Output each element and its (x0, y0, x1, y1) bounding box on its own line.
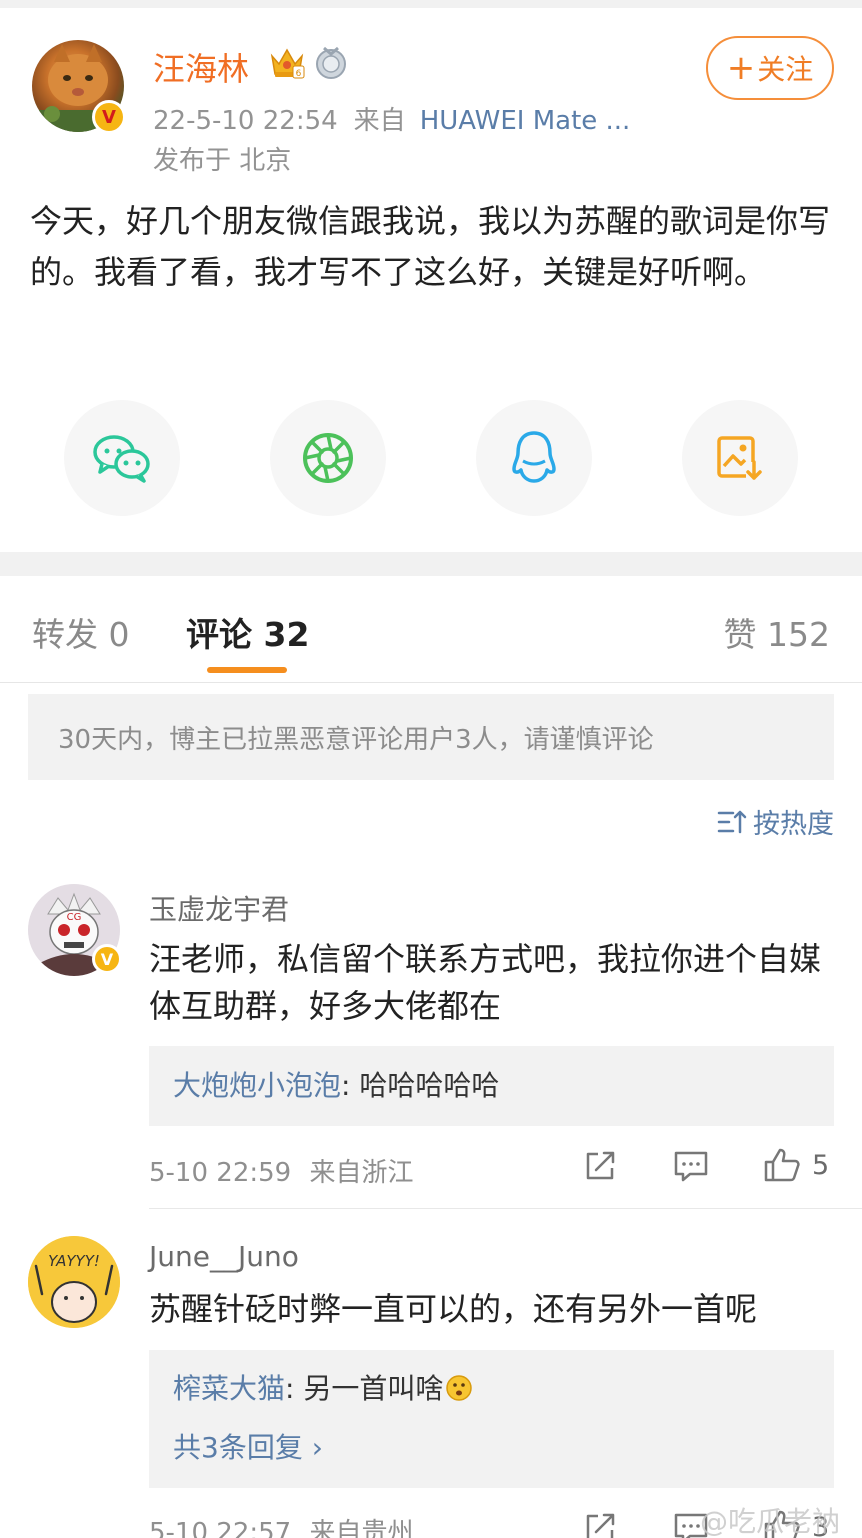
sort-icon (717, 810, 747, 833)
svg-text:6: 6 (296, 69, 302, 79)
watermark-text: @吃瓜老衲 (700, 1505, 841, 1538)
tab-comment[interactable]: 评论 32 (186, 608, 309, 656)
share-moments-button[interactable] (270, 400, 386, 516)
repost-icon (586, 1151, 615, 1180)
post-time: 22-5-10 22:54 (153, 106, 338, 136)
comment-text: 汪老师，私信留个联系方式吧，我拉你进个自媒体互助群，好多大佬都在 (149, 940, 822, 1025)
reply-text: : 哈哈哈哈哈 (341, 1069, 500, 1102)
wechat-icon (93, 435, 150, 483)
save-image-icon (717, 436, 762, 480)
section-gap (0, 552, 862, 576)
tab-repost[interactable]: 转发 0 (32, 608, 130, 656)
verified-badge-icon: V (92, 100, 126, 134)
save-image-button[interactable] (682, 400, 798, 516)
svg-text:YAYYY!: YAYYY! (48, 1252, 100, 1270)
view-more-replies-link[interactable]: 共3条回复 › (173, 1420, 810, 1476)
repost-action-button[interactable] (582, 1148, 618, 1184)
share-wechat-button[interactable] (64, 400, 180, 516)
tab-like[interactable]: 赞 152 (724, 608, 830, 656)
crown-vip-icon[interactable]: 6 (268, 44, 306, 80)
comment-separator (149, 1208, 862, 1209)
medal-icon[interactable] (314, 44, 348, 80)
repost-icon (586, 1513, 615, 1538)
reply-line: 榨菜大猫: 另一首叫啥 (173, 1362, 810, 1420)
sort-label: 按热度 (753, 809, 834, 840)
author-name[interactable]: 汪海林 (153, 44, 249, 90)
follow-label: 关注 (757, 53, 814, 86)
comment-location: 来自浙江 (309, 1158, 414, 1188)
active-tab-indicator (207, 667, 287, 673)
top-divider-strip (0, 0, 862, 8)
repost-action-button[interactable] (582, 1510, 618, 1538)
thumbs-up-icon (764, 1148, 800, 1182)
post-location: 发布于 北京 (153, 146, 292, 176)
comment-notice: 30天内，博主已拉黑恶意评论用户3人，请谨慎评论 (28, 694, 834, 780)
comment-author[interactable]: 玉虚龙宇君 (149, 888, 289, 928)
comment-avatar[interactable]: YAYYY! (28, 1236, 120, 1328)
reply-author[interactable]: 榨菜大猫 (173, 1372, 285, 1405)
plus-icon: + (726, 48, 756, 88)
reply-box[interactable]: 大炮炮小泡泡: 哈哈哈哈哈 (149, 1046, 834, 1126)
author-avatar[interactable]: V (32, 40, 126, 134)
qq-icon (512, 431, 556, 483)
comment-time: 5-10 22:57 (149, 1518, 292, 1538)
reply-author[interactable]: 大炮炮小泡泡 (173, 1069, 341, 1102)
reply-text: : 另一首叫啥 (285, 1372, 444, 1405)
comment-icon (674, 1151, 708, 1182)
comment-time: 5-10 22:59 (149, 1158, 292, 1188)
from-label: 来自 (353, 106, 406, 136)
share-qq-button[interactable] (476, 400, 592, 516)
post-meta: 22-5-10 22:54 来自 HUAWEI Mate ... (153, 100, 630, 137)
tab-divider (0, 682, 862, 683)
like-count: 5 (812, 1149, 830, 1181)
svg-text:CG: CG (67, 912, 82, 923)
comment-author[interactable]: June__Juno (149, 1240, 299, 1273)
follow-button[interactable]: + 关注 (706, 36, 834, 100)
like-action-button[interactable]: 5 (762, 1146, 829, 1184)
device-link[interactable]: HUAWEI Mate ... (420, 106, 631, 136)
comment-location: 来自贵州 (309, 1518, 414, 1538)
post-body-text: 今天，好几个朋友微信跟我说，我以为苏醒的歌词是你写的。我看了看，我才写不了这么好… (30, 202, 831, 291)
reply-line: 大炮炮小泡泡: 哈哈哈哈哈 (173, 1059, 810, 1113)
comment-text: 苏醒针砭时弊一直可以的，还有另外一首呢 (149, 1290, 758, 1328)
comment-meta: 5-10 22:59 来自浙江 (149, 1152, 413, 1189)
sort-button[interactable]: 按热度 (717, 802, 834, 841)
thinking-emoji-icon (445, 1366, 473, 1420)
comment-action-button[interactable] (672, 1148, 710, 1184)
reply-box[interactable]: 榨菜大猫: 另一首叫啥 共3条回复 › (149, 1350, 834, 1488)
moments-icon (303, 433, 353, 483)
comment-meta: 5-10 22:57 来自贵州 (149, 1512, 413, 1538)
verified-badge-icon: V (92, 944, 122, 974)
